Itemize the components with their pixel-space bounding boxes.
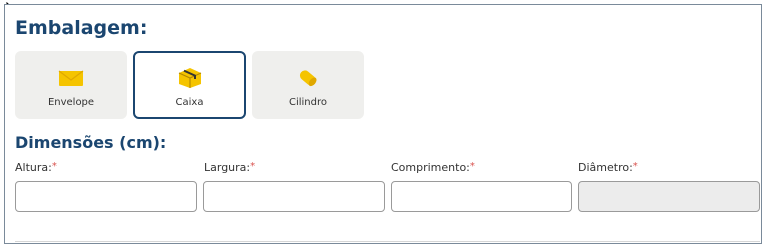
largura-label-text: Largura:: [204, 161, 251, 174]
required-mark: *: [469, 161, 475, 172]
packaging-option-caixa[interactable]: Caixa: [133, 51, 246, 119]
envelope-icon: [58, 70, 84, 86]
comprimento-label-text: Comprimento:: [391, 161, 470, 174]
largura-input[interactable]: [203, 181, 385, 212]
dimensoes-title: Dimensões (cm):: [15, 133, 167, 152]
diametro-label-text: Diâmetro:: [578, 161, 633, 174]
box-icon: [178, 68, 201, 88]
altura-label-text: Altura:: [15, 161, 52, 174]
packaging-label-caixa: Caixa: [175, 97, 204, 108]
comprimento-input[interactable]: [391, 181, 572, 212]
diametro-input: [578, 181, 760, 212]
packaging-option-cilindro[interactable]: Cilindro: [252, 51, 364, 119]
altura-input[interactable]: [15, 181, 197, 212]
packaging-label-cilindro: Cilindro: [288, 97, 327, 108]
largura-label: Largura:*: [204, 161, 255, 174]
packaging-option-envelope[interactable]: Envelope: [15, 51, 127, 119]
required-mark: *: [250, 161, 256, 172]
divider: [15, 241, 760, 242]
shipping-form-panel: Embalagem: Envelope Caixa Cilindro Dimen…: [4, 4, 762, 244]
diametro-label: Diâmetro:*: [578, 161, 638, 174]
required-mark: *: [632, 161, 638, 172]
packaging-label-envelope: Envelope: [47, 97, 95, 108]
altura-label: Altura:*: [15, 161, 57, 174]
comprimento-label: Comprimento:*: [391, 161, 475, 174]
cylinder-icon: [299, 70, 317, 87]
embalagem-title: Embalagem:: [15, 17, 148, 39]
required-mark: *: [51, 161, 57, 172]
